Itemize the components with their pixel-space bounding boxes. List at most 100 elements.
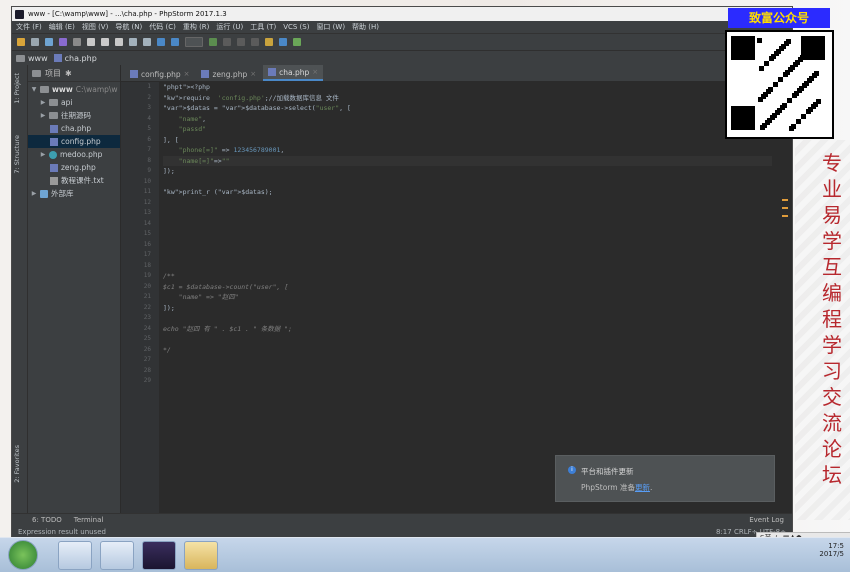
tree-root[interactable]: ▼ www C:\wamp\w bbox=[28, 83, 120, 96]
code-line[interactable] bbox=[163, 177, 772, 188]
chevron-right-icon[interactable]: ▶ bbox=[40, 112, 46, 119]
replace-icon[interactable] bbox=[143, 38, 151, 46]
breadcrumb-item-file[interactable]: cha.php bbox=[53, 54, 97, 63]
forward-icon[interactable] bbox=[171, 38, 179, 46]
code-line[interactable]: ]); bbox=[163, 303, 772, 314]
code-line[interactable]: $c1 = $database->count("user", [ bbox=[163, 282, 772, 293]
coverage-icon[interactable] bbox=[237, 38, 245, 46]
menu-vcs[interactable]: VCS (S) bbox=[283, 23, 309, 31]
warning-marker[interactable] bbox=[782, 199, 788, 201]
menu-view[interactable]: 视图 (V) bbox=[82, 22, 108, 32]
code-line[interactable]: "phpt"><?php bbox=[163, 82, 772, 93]
paste-icon[interactable] bbox=[115, 38, 123, 46]
open-folder-icon[interactable] bbox=[17, 38, 25, 46]
menu-navigate[interactable]: 导航 (N) bbox=[115, 22, 142, 32]
code-line[interactable] bbox=[163, 229, 772, 240]
line-separator[interactable]: CRLF÷ bbox=[734, 528, 758, 536]
clock-date[interactable]: 2017/5 bbox=[819, 550, 844, 558]
tab-zeng[interactable]: zeng.php × bbox=[196, 67, 261, 81]
tree-item-cha[interactable]: cha.php bbox=[28, 122, 120, 135]
save-icon[interactable] bbox=[31, 38, 39, 46]
undo-icon[interactable] bbox=[59, 38, 67, 46]
help-icon[interactable] bbox=[279, 38, 287, 46]
tree-item-external-libs[interactable]: ▶ 外部库 bbox=[28, 187, 120, 200]
debug-icon[interactable] bbox=[223, 38, 231, 46]
chevron-down-icon[interactable]: ▼ bbox=[31, 86, 37, 93]
close-icon[interactable]: × bbox=[312, 68, 318, 76]
tree-item-txt[interactable]: 教程课件.txt bbox=[28, 174, 120, 187]
code-line[interactable]: "kw">print_r ("var">$datas); bbox=[163, 187, 772, 198]
code-line[interactable] bbox=[163, 240, 772, 251]
code-line[interactable] bbox=[163, 250, 772, 261]
code-line[interactable] bbox=[163, 334, 772, 345]
code-line[interactable]: "var">$datas = "var">$database->select("… bbox=[163, 103, 772, 114]
code-line[interactable]: "kw">require 'config.php';//加载数据库信息 文件 bbox=[163, 93, 772, 104]
gear-icon[interactable]: ✱ bbox=[65, 69, 72, 78]
tool-tab-structure[interactable]: 7: Structure bbox=[13, 135, 25, 174]
taskbar-app-phpstorm[interactable] bbox=[142, 541, 176, 570]
breadcrumb-item-root[interactable]: www bbox=[16, 54, 48, 63]
update-link[interactable]: 更新 bbox=[635, 483, 650, 492]
run-config-dropdown[interactable] bbox=[185, 37, 203, 47]
title-bar[interactable]: www - [C:\wamp\www] - ...\cha.php - PhpS… bbox=[12, 7, 792, 21]
code-line[interactable]: ], [ bbox=[163, 135, 772, 146]
redo-icon[interactable] bbox=[73, 38, 81, 46]
menu-refactor[interactable]: 重构 (R) bbox=[183, 22, 210, 32]
tab-cha[interactable]: cha.php × bbox=[263, 65, 324, 81]
close-icon[interactable]: × bbox=[184, 70, 190, 78]
code-editor[interactable]: "phpt"><?php "kw">require 'config.php';//… bbox=[163, 82, 772, 514]
tree-item-medoo[interactable]: ▶ medoo.php bbox=[28, 148, 120, 161]
tree-item-old-source[interactable]: ▶ 往期源码 bbox=[28, 109, 120, 122]
cursor-position[interactable]: 8:17 bbox=[716, 528, 732, 536]
back-icon[interactable] bbox=[157, 38, 165, 46]
code-line[interactable]: "name" => "赵四" bbox=[163, 292, 772, 303]
find-icon[interactable] bbox=[129, 38, 137, 46]
menu-code[interactable]: 代码 (C) bbox=[149, 22, 176, 32]
copy-icon[interactable] bbox=[101, 38, 109, 46]
sync-icon[interactable] bbox=[45, 38, 53, 46]
code-line[interactable]: "phone[=]" => 123456789001, bbox=[163, 145, 772, 156]
menu-help[interactable]: 帮助 (H) bbox=[352, 22, 379, 32]
update-notification[interactable]: i 平台和插件更新 PhpStorm 准备更新. bbox=[555, 455, 775, 502]
code-line[interactable] bbox=[163, 208, 772, 219]
tree-item-zeng[interactable]: zeng.php bbox=[28, 161, 120, 174]
event-log-button[interactable]: Event Log bbox=[749, 516, 784, 524]
tool-tab-project[interactable]: 1: Project bbox=[13, 73, 25, 104]
code-line[interactable]: */ bbox=[163, 345, 772, 356]
menu-tools[interactable]: 工具 (T) bbox=[250, 22, 276, 32]
tool-tab-favorites[interactable]: 2: Favorites bbox=[13, 445, 25, 483]
close-icon[interactable]: × bbox=[250, 70, 256, 78]
code-line[interactable] bbox=[163, 261, 772, 272]
start-button[interactable] bbox=[8, 540, 38, 570]
warning-marker[interactable] bbox=[782, 215, 788, 217]
menu-run[interactable]: 运行 (U) bbox=[216, 22, 243, 32]
code-line[interactable]: echo "赵四 有 " . $c1 . " 条数据 "; bbox=[163, 324, 772, 335]
code-line[interactable] bbox=[163, 198, 772, 209]
settings-icon[interactable] bbox=[265, 38, 273, 46]
cut-icon[interactable] bbox=[87, 38, 95, 46]
tool-tab-terminal[interactable]: Terminal bbox=[74, 516, 104, 524]
clock-time[interactable]: 17:5 bbox=[819, 542, 844, 550]
code-line[interactable]: "passd" bbox=[163, 124, 772, 135]
vcs-icon[interactable] bbox=[293, 38, 301, 46]
code-line[interactable] bbox=[163, 355, 772, 366]
code-line[interactable] bbox=[163, 313, 772, 324]
stop-icon[interactable] bbox=[251, 38, 259, 46]
chevron-right-icon[interactable]: ▶ bbox=[31, 190, 37, 197]
menu-edit[interactable]: 编辑 (E) bbox=[49, 22, 75, 32]
tree-item-api[interactable]: ▶ api bbox=[28, 96, 120, 109]
taskbar-app-ie[interactable] bbox=[58, 541, 92, 570]
taskbar-app-media[interactable] bbox=[100, 541, 134, 570]
code-line[interactable] bbox=[163, 219, 772, 230]
menu-window[interactable]: 窗口 (W) bbox=[316, 22, 345, 32]
code-line[interactable] bbox=[163, 376, 772, 387]
code-line[interactable]: "name", bbox=[163, 114, 772, 125]
warning-marker[interactable] bbox=[782, 207, 788, 209]
code-line[interactable]: ]); bbox=[163, 166, 772, 177]
taskbar-app-explorer[interactable] bbox=[184, 541, 218, 570]
tab-config[interactable]: config.php × bbox=[125, 67, 194, 81]
code-line[interactable]: /** bbox=[163, 271, 772, 282]
tool-tab-todo[interactable]: 6: TODO bbox=[32, 516, 62, 524]
tree-item-config[interactable]: config.php bbox=[28, 135, 120, 148]
code-line[interactable] bbox=[163, 366, 772, 377]
